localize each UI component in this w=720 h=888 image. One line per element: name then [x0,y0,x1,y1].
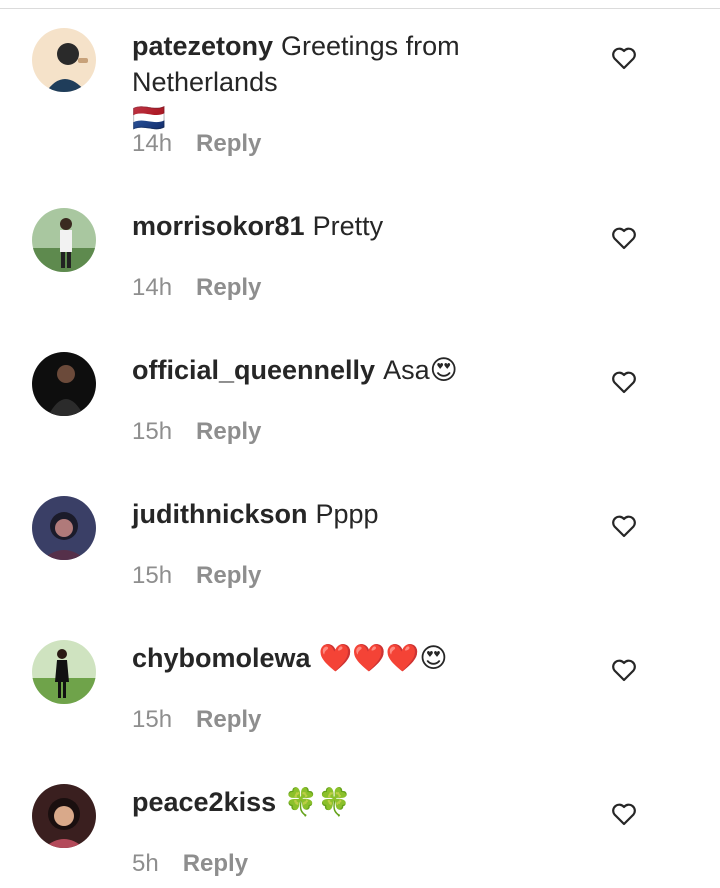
reply-button[interactable]: Reply [196,130,261,157]
comment-meta: 14h Reply [132,130,261,158]
comment-text: patezetony Greetings from Netherlands 🇳🇱 [132,28,572,137]
like-heart-icon[interactable] [611,514,637,538]
comment-body: Pretty [312,211,384,241]
comment-emoji: 🍀🍀 [284,787,352,818]
comment-text: judithnickson Pppp [132,496,572,532]
comment-username[interactable]: chybomolewa [132,643,311,673]
like-heart-icon[interactable] [611,226,637,250]
comment-username[interactable]: morrisokor81 [132,211,305,241]
comment-item: patezetony Greetings from Netherlands 🇳🇱 … [0,28,720,168]
comment-item: judithnickson Pppp 15h Reply [0,496,720,636]
comment-timestamp: 14h [132,130,173,157]
reply-button[interactable]: Reply [196,418,261,445]
comment-item: official_queennelly Asa😍 15h Reply [0,352,720,492]
comment-body: Asa [383,355,430,385]
comment-body: Pppp [315,499,379,529]
comment-text: chybomolewa ❤️❤️❤️😍 [132,640,572,677]
like-heart-icon[interactable] [611,370,637,394]
reply-button[interactable]: Reply [183,850,248,877]
comment-item: morrisokor81 Pretty 14h Reply [0,208,720,348]
comment-meta: 14h Reply [132,274,261,302]
comment-item: peace2kiss 🍀🍀 5h Reply [0,784,720,888]
avatar[interactable] [32,784,96,848]
reply-button[interactable]: Reply [196,706,261,733]
comment-meta: 15h Reply [132,562,261,590]
comment-item: chybomolewa ❤️❤️❤️😍 15h Reply [0,640,720,780]
comment-username[interactable]: official_queennelly [132,355,375,385]
top-divider [0,0,720,9]
avatar[interactable] [32,28,96,92]
comment-timestamp: 15h [132,706,173,733]
comment-timestamp: 15h [132,418,173,445]
reply-button[interactable]: Reply [196,274,261,301]
comment-meta: 15h Reply [132,706,261,734]
like-heart-icon[interactable] [611,658,637,682]
comment-timestamp: 15h [132,562,173,589]
comment-emoji: 😍 [429,355,458,386]
avatar[interactable] [32,208,96,272]
comment-username[interactable]: judithnickson [132,499,308,529]
comment-meta: 5h Reply [132,850,248,878]
comment-username[interactable]: peace2kiss [132,787,276,817]
comment-meta: 15h Reply [132,418,261,446]
comment-text: official_queennelly Asa😍 [132,352,572,389]
comment-text: morrisokor81 Pretty [132,208,572,244]
like-heart-icon[interactable] [611,46,637,70]
comment-text: peace2kiss 🍀🍀 [132,784,572,821]
comment-username[interactable]: patezetony [132,31,273,61]
comment-timestamp: 14h [132,274,173,301]
like-heart-icon[interactable] [611,802,637,826]
avatar[interactable] [32,496,96,560]
comment-timestamp: 5h [132,850,159,877]
reply-button[interactable]: Reply [196,562,261,589]
avatar[interactable] [32,352,96,416]
avatar[interactable] [32,640,96,704]
comment-emoji: ❤️❤️❤️😍 [318,643,448,674]
